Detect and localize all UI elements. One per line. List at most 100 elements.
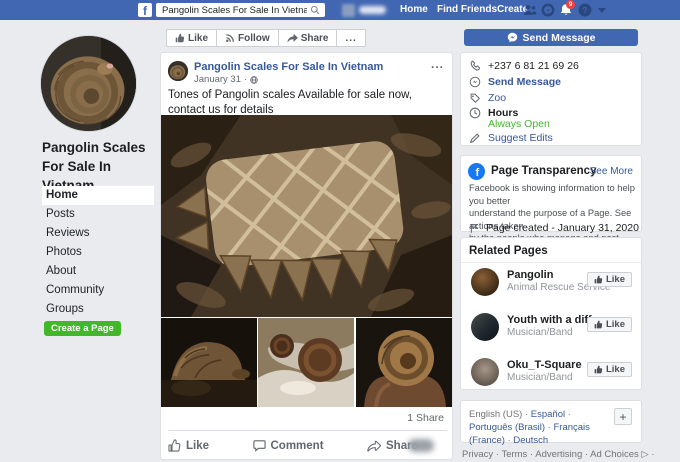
messenger-small-icon bbox=[469, 76, 481, 88]
globe-privacy-icon bbox=[250, 76, 258, 84]
share-page-button[interactable]: Share bbox=[279, 30, 338, 46]
related-page-avatar[interactable] bbox=[471, 313, 499, 341]
page-profile-photo[interactable] bbox=[40, 35, 137, 132]
sidebar-item-about[interactable]: About bbox=[42, 262, 154, 281]
sidebar-item-groups[interactable]: Groups bbox=[42, 300, 154, 319]
more-actions-button[interactable]: ... bbox=[337, 30, 364, 46]
messenger-bolt-icon bbox=[507, 32, 518, 43]
sidebar-item-home[interactable]: Home bbox=[42, 186, 154, 205]
search-icon[interactable] bbox=[310, 5, 320, 15]
related-like-button[interactable]: Like bbox=[587, 362, 632, 377]
related-like-button[interactable]: Like bbox=[587, 272, 632, 287]
profile-avatar-blurred[interactable] bbox=[342, 4, 355, 17]
see-more-link[interactable]: See More bbox=[590, 166, 633, 177]
page-transparency-card: f Page Transparency See More Facebook is… bbox=[460, 155, 642, 232]
post-card: Pangolin Scales For Sale In Vietnam Janu… bbox=[160, 52, 453, 460]
thumbs-up-icon bbox=[594, 275, 603, 284]
footer-advertising-link[interactable]: Advertising bbox=[535, 449, 590, 460]
transparency-title: Page Transparency bbox=[491, 165, 596, 177]
related-page-row: Youth with a difference Musician/Band Li… bbox=[461, 310, 641, 350]
friend-requests-icon[interactable] bbox=[523, 3, 537, 17]
profile-name-blurred[interactable] bbox=[359, 6, 386, 14]
account-menu-caret-icon[interactable] bbox=[598, 8, 606, 13]
footer-terms-link[interactable]: Terms bbox=[501, 449, 535, 460]
phone-icon bbox=[469, 60, 481, 72]
related-page-name[interactable]: Pangolin bbox=[507, 269, 553, 281]
follow-feed-icon bbox=[225, 33, 235, 43]
facebook-logo-icon[interactable]: f bbox=[138, 3, 152, 17]
svg-text:?: ? bbox=[583, 6, 588, 15]
follow-page-button[interactable]: Follow bbox=[217, 30, 279, 46]
post-comment-button[interactable]: Comment bbox=[253, 439, 324, 452]
post-photo-thumb-3[interactable] bbox=[356, 318, 452, 407]
post-options-button[interactable]: ... bbox=[431, 57, 444, 71]
post-author-name[interactable]: Pangolin Scales For Sale In Vietnam bbox=[194, 61, 383, 73]
phone-row[interactable]: +237 6 81 21 69 26 bbox=[469, 60, 579, 72]
language-card: English (US)EspañolPortuguês (Brasil)Fra… bbox=[460, 400, 642, 443]
related-page-name[interactable]: Oku_T-Square bbox=[507, 359, 582, 371]
sidebar-item-photos[interactable]: Photos bbox=[42, 243, 154, 262]
send-message-row[interactable]: Send Message bbox=[469, 76, 561, 88]
category-row[interactable]: Zoo bbox=[469, 92, 506, 104]
help-icon[interactable]: ? bbox=[578, 3, 592, 17]
thumbs-up-outline-icon bbox=[168, 439, 181, 452]
thumbs-up-icon bbox=[175, 33, 185, 43]
messenger-icon[interactable] bbox=[541, 3, 555, 17]
related-page-category: Musician/Band bbox=[507, 372, 573, 383]
post-photo-main[interactable] bbox=[161, 115, 452, 317]
like-page-button[interactable]: Like bbox=[167, 30, 217, 46]
related-page-row: Oku_T-Square Musician/Band Like bbox=[461, 355, 641, 395]
footer-privacy-link[interactable]: Privacy bbox=[462, 449, 501, 460]
page-info-card: +237 6 81 21 69 26 Send Message Zoo Hour… bbox=[460, 52, 642, 146]
thumbs-up-icon bbox=[594, 320, 603, 329]
footer-adchoices-link[interactable]: Ad Choices ▷ bbox=[590, 449, 654, 460]
page-nav: Home Posts Reviews Photos About Communit… bbox=[42, 186, 154, 319]
comment-bubble-icon bbox=[253, 439, 266, 452]
related-page-avatar[interactable] bbox=[471, 268, 499, 296]
search-input[interactable] bbox=[156, 3, 325, 17]
site-footer-links: PrivacyTermsAdvertisingAd Choices ▷ bbox=[462, 449, 655, 460]
related-pages-card: Related Pages Pangolin Animal Rescue Ser… bbox=[460, 237, 642, 390]
nav-find-friends-link[interactable]: Find Friends bbox=[437, 0, 497, 20]
language-option[interactable]: Español bbox=[531, 409, 571, 420]
facebook-circle-icon: f bbox=[468, 163, 485, 180]
language-options: English (US)EspañolPortuguês (Brasil)Fra… bbox=[469, 408, 611, 447]
svg-text:f: f bbox=[476, 167, 480, 179]
category-tag-icon bbox=[469, 92, 481, 104]
related-page-avatar[interactable] bbox=[471, 358, 499, 386]
create-page-button[interactable]: Create a Page bbox=[44, 321, 121, 336]
suggest-edits-row[interactable]: Suggest Edits bbox=[469, 132, 553, 144]
post-photo-thumb-1[interactable] bbox=[161, 318, 257, 407]
notification-badge: 9 bbox=[566, 0, 575, 9]
flag-icon bbox=[469, 223, 480, 234]
hours-status: Always Open bbox=[488, 118, 550, 130]
post-author-avatar[interactable] bbox=[168, 61, 188, 81]
language-option[interactable]: Deutsch bbox=[513, 435, 548, 446]
sidebar-item-posts[interactable]: Posts bbox=[42, 205, 154, 224]
post-like-button[interactable]: Like bbox=[168, 439, 209, 452]
page-created-row: Page created - January 31, 2020 bbox=[469, 222, 639, 234]
blurred-element bbox=[408, 439, 434, 452]
thumbs-up-icon bbox=[594, 365, 603, 374]
share-arrow-outline-icon bbox=[367, 440, 381, 452]
sidebar-item-reviews[interactable]: Reviews bbox=[42, 224, 154, 243]
clock-icon bbox=[469, 107, 481, 119]
related-page-row: Pangolin Animal Rescue Service Like bbox=[461, 265, 641, 305]
post-footer-actions: Like Comment Share bbox=[168, 431, 418, 460]
language-option[interactable]: Português (Brasil) bbox=[469, 422, 553, 433]
divider bbox=[461, 262, 641, 263]
share-arrow-icon bbox=[287, 33, 298, 43]
related-like-button[interactable]: Like bbox=[587, 317, 632, 332]
post-timestamp[interactable]: January 31· bbox=[194, 74, 258, 85]
page-action-bar: Like Follow Share ... bbox=[166, 29, 366, 47]
sidebar-item-community[interactable]: Community bbox=[42, 281, 154, 300]
nav-home-link[interactable]: Home bbox=[400, 0, 428, 20]
pencil-icon bbox=[469, 132, 481, 144]
add-language-button[interactable]: + bbox=[614, 408, 632, 425]
language-current[interactable]: English (US) bbox=[469, 409, 531, 420]
related-page-category: Musician/Band bbox=[507, 327, 573, 338]
related-pages-title: Related Pages bbox=[469, 245, 548, 257]
post-photo-thumb-2[interactable] bbox=[258, 318, 354, 407]
send-message-button[interactable]: Send Message bbox=[464, 29, 638, 46]
share-count[interactable]: 1 Share bbox=[407, 412, 444, 424]
